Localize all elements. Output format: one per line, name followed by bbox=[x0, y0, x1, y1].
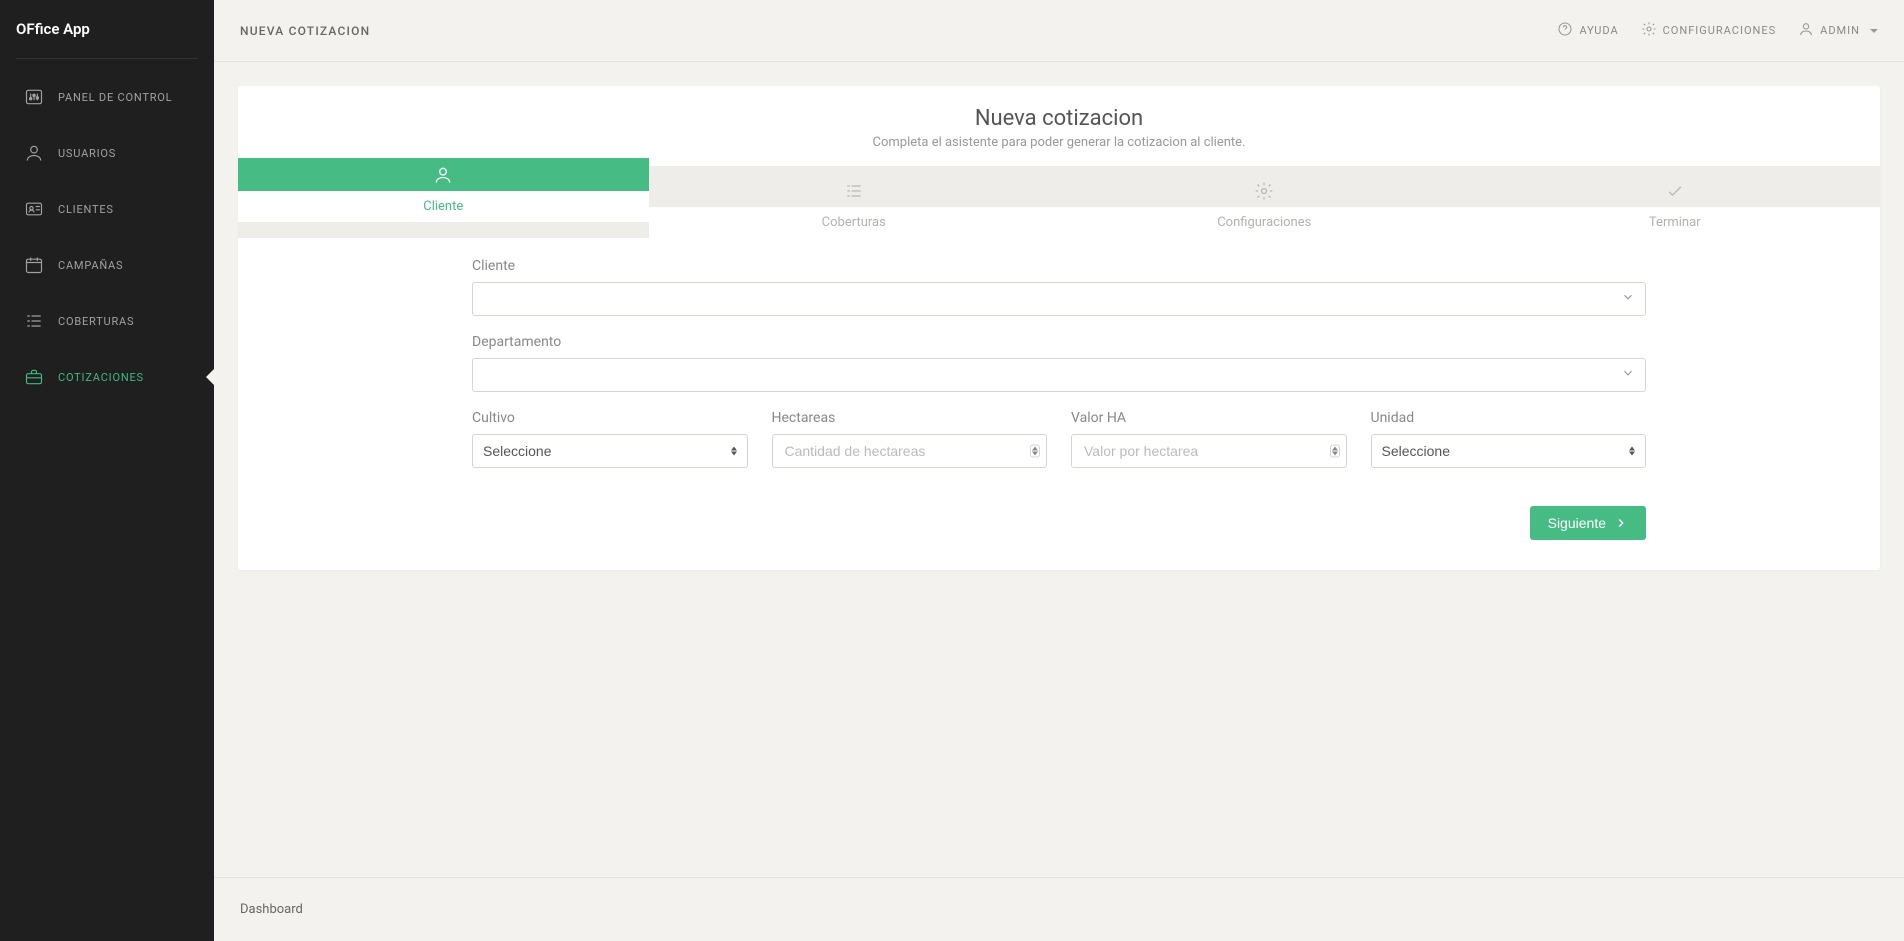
step-configuraciones[interactable]: Configuraciones bbox=[1059, 166, 1470, 238]
form-group-departamento: Departamento bbox=[472, 334, 1646, 392]
form-area: Cliente Departamento bbox=[238, 238, 1880, 570]
next-button[interactable]: Siguiente bbox=[1530, 506, 1646, 540]
wizard-card: Nueva cotizacion Completa el asistente p… bbox=[238, 86, 1880, 570]
chevron-down-icon bbox=[1870, 29, 1878, 33]
cultivo-select[interactable]: Seleccione bbox=[472, 434, 748, 468]
sidebar-item-label: CLIENTES bbox=[58, 203, 114, 216]
check-icon bbox=[1470, 174, 1881, 207]
next-button-label: Siguiente bbox=[1548, 515, 1606, 531]
sidebar-item-clientes[interactable]: CLIENTES bbox=[0, 181, 214, 237]
chevron-down-icon bbox=[1621, 290, 1635, 308]
user-label: ADMIN bbox=[1820, 24, 1860, 37]
unidad-label: Unidad bbox=[1371, 410, 1647, 426]
stepper-down-icon[interactable] bbox=[1032, 452, 1038, 456]
sidebar-nav: PANEL DE CONTROL USUARIOS CLIENTES CAMPA… bbox=[0, 69, 214, 405]
chevron-down-icon bbox=[1621, 366, 1635, 384]
unidad-select-input[interactable]: Seleccione bbox=[1382, 443, 1636, 459]
hectareas-label: Hectareas bbox=[772, 410, 1048, 426]
gear-icon bbox=[1641, 21, 1657, 40]
sidebar-item-label: USUARIOS bbox=[58, 147, 116, 160]
settings-label: CONFIGURACIONES bbox=[1663, 24, 1777, 37]
form-group-cliente: Cliente bbox=[472, 258, 1646, 316]
valor-ha-input[interactable] bbox=[1084, 443, 1316, 459]
cliente-label: Cliente bbox=[472, 258, 1646, 274]
user-icon bbox=[238, 158, 649, 191]
hectareas-input[interactable] bbox=[785, 443, 1017, 459]
unidad-select[interactable]: Seleccione bbox=[1371, 434, 1647, 468]
id-card-icon bbox=[24, 199, 44, 219]
sliders-icon bbox=[24, 87, 44, 107]
topbar: NUEVA COTIZACION AYUDA CONFIGURACIONES A… bbox=[214, 0, 1904, 62]
stepper-down-icon[interactable] bbox=[1332, 452, 1338, 456]
sidebar-item-cotizaciones[interactable]: COTIZACIONES bbox=[0, 349, 214, 405]
help-label: AYUDA bbox=[1579, 24, 1618, 37]
departamento-select[interactable] bbox=[472, 358, 1646, 392]
cultivo-label: Cultivo bbox=[472, 410, 748, 426]
list-icon bbox=[24, 311, 44, 331]
departamento-label: Departamento bbox=[472, 334, 1646, 350]
step-label: Cliente bbox=[238, 191, 649, 222]
sidebar-item-label: PANEL DE CONTROL bbox=[58, 91, 172, 104]
step-cliente[interactable]: Cliente bbox=[238, 166, 649, 238]
form-footer: Siguiente bbox=[472, 506, 1646, 540]
sidebar-item-coberturas[interactable]: COBERTURAS bbox=[0, 293, 214, 349]
sidebar-item-label: CAMPAÑAS bbox=[58, 259, 123, 272]
briefcase-icon bbox=[24, 367, 44, 387]
step-label: Terminar bbox=[1470, 207, 1881, 238]
step-label: Coberturas bbox=[649, 207, 1060, 238]
valor-ha-input-wrap bbox=[1071, 434, 1347, 468]
form-row: Cultivo Seleccione Hectareas bbox=[472, 410, 1646, 486]
page-title: NUEVA COTIZACION bbox=[240, 24, 370, 38]
footer-text: Dashboard bbox=[240, 902, 303, 917]
user-icon bbox=[24, 143, 44, 163]
wizard-steps: Cliente Coberturas Configuraciones bbox=[238, 166, 1880, 238]
form-group-valor-ha: Valor HA bbox=[1071, 410, 1347, 468]
number-stepper[interactable] bbox=[1330, 445, 1340, 458]
cliente-select[interactable] bbox=[472, 282, 1646, 316]
help-link[interactable]: AYUDA bbox=[1557, 21, 1618, 40]
valor-ha-label: Valor HA bbox=[1071, 410, 1347, 426]
sidebar: OFfice App PANEL DE CONTROL USUARIOS CLI… bbox=[0, 0, 214, 941]
chevron-right-icon bbox=[1614, 516, 1628, 530]
sidebar-item-label: COBERTURAS bbox=[58, 315, 134, 328]
user-menu[interactable]: ADMIN bbox=[1798, 21, 1878, 40]
calendar-icon bbox=[24, 255, 44, 275]
form-group-unidad: Unidad Seleccione bbox=[1371, 410, 1647, 468]
list-icon bbox=[649, 174, 1060, 207]
user-icon bbox=[1798, 21, 1814, 40]
sidebar-item-campanas[interactable]: CAMPAÑAS bbox=[0, 237, 214, 293]
stepper-up-icon[interactable] bbox=[1332, 447, 1338, 451]
help-icon bbox=[1557, 21, 1573, 40]
form-group-hectareas: Hectareas bbox=[772, 410, 1048, 468]
gear-icon bbox=[1059, 174, 1470, 207]
number-stepper[interactable] bbox=[1030, 445, 1040, 458]
step-coberturas[interactable]: Coberturas bbox=[649, 166, 1060, 238]
app-logo: OFfice App bbox=[16, 0, 198, 59]
main: NUEVA COTIZACION AYUDA CONFIGURACIONES A… bbox=[214, 0, 1904, 941]
step-terminar[interactable]: Terminar bbox=[1470, 166, 1881, 238]
page-footer: Dashboard bbox=[214, 877, 1904, 941]
wizard-title: Nueva cotizacion bbox=[258, 106, 1860, 131]
wizard-subtitle: Completa el asistente para poder generar… bbox=[258, 135, 1860, 150]
form-group-cultivo: Cultivo Seleccione bbox=[472, 410, 748, 468]
settings-link[interactable]: CONFIGURACIONES bbox=[1641, 21, 1777, 40]
stepper-up-icon[interactable] bbox=[1032, 447, 1038, 451]
hectareas-input-wrap bbox=[772, 434, 1048, 468]
sidebar-item-panel-de-control[interactable]: PANEL DE CONTROL bbox=[0, 69, 214, 125]
sidebar-item-usuarios[interactable]: USUARIOS bbox=[0, 125, 214, 181]
cultivo-select-input[interactable]: Seleccione bbox=[483, 443, 737, 459]
topbar-right: AYUDA CONFIGURACIONES ADMIN bbox=[1557, 21, 1878, 40]
content: Nueva cotizacion Completa el asistente p… bbox=[214, 62, 1904, 877]
card-header: Nueva cotizacion Completa el asistente p… bbox=[238, 86, 1880, 166]
sidebar-item-label: COTIZACIONES bbox=[58, 371, 144, 384]
step-label: Configuraciones bbox=[1059, 207, 1470, 238]
